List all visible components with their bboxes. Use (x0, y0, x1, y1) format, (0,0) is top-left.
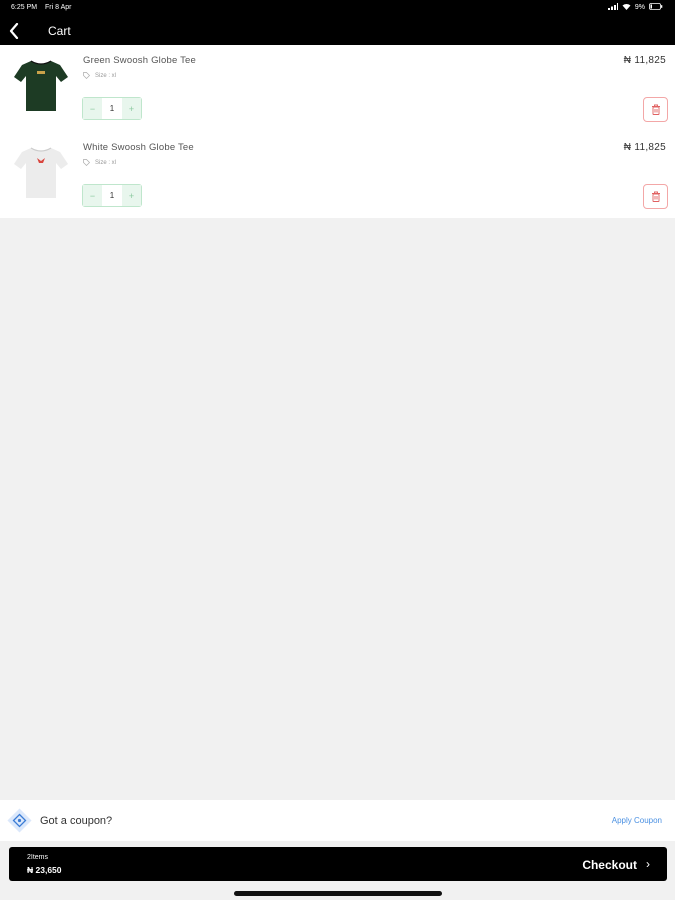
quantity-stepper: − 1 + (82, 97, 142, 120)
cart-item: Green Swoosh Globe Tee Size : xl ₦ 11,82… (0, 45, 675, 132)
product-size: Size : xl (83, 159, 116, 166)
increment-button[interactable]: + (122, 98, 141, 119)
checkout-label: Checkout (582, 858, 637, 872)
checkout-button[interactable]: 2Items ₦ 23,650 Checkout › (9, 847, 667, 881)
apply-coupon-link[interactable]: Apply Coupon (612, 816, 662, 825)
battery-icon (649, 3, 663, 12)
delete-item-button[interactable] (643, 184, 668, 209)
items-count: 2Items (27, 854, 49, 861)
status-date: Fri 8 Apr (45, 4, 72, 11)
page-title: Cart (48, 24, 71, 38)
status-time: 6:25 PM (11, 4, 38, 11)
increment-button[interactable]: + (122, 185, 141, 206)
nav-bar: Cart (0, 16, 675, 45)
cart-list: Green Swoosh Globe Tee Size : xl ₦ 11,82… (0, 45, 675, 218)
status-bar: 6:25 PM Fri 8 Apr 9% (0, 0, 675, 16)
product-price: ₦ 11,825 (623, 142, 666, 153)
back-button[interactable] (4, 20, 24, 42)
chevron-right-icon: › (646, 857, 650, 871)
product-price: ₦ 11,825 (623, 55, 666, 66)
product-image[interactable] (10, 55, 72, 117)
product-name[interactable]: White Swoosh Globe Tee (83, 142, 194, 153)
coupon-icon (6, 807, 33, 834)
order-total: ₦ 23,650 (27, 865, 62, 875)
coupon-bar: Got a coupon? Apply Coupon (0, 800, 675, 841)
chevron-left-icon (9, 23, 19, 39)
trash-icon (651, 104, 660, 115)
product-name[interactable]: Green Swoosh Globe Tee (83, 55, 196, 66)
tag-icon (83, 72, 90, 79)
decrement-button[interactable]: − (83, 98, 102, 119)
quantity-value: 1 (109, 191, 115, 200)
wifi-icon (622, 3, 631, 12)
home-indicator[interactable] (234, 891, 442, 896)
product-size: Size : xl (83, 72, 116, 79)
cart-item: White Swoosh Globe Tee Size : xl ₦ 11,82… (0, 132, 675, 218)
decrement-button[interactable]: − (83, 185, 102, 206)
size-label: Size : xl (95, 72, 117, 79)
size-label: Size : xl (95, 159, 117, 166)
delete-item-button[interactable] (643, 97, 668, 122)
product-image[interactable] (10, 142, 72, 204)
quantity-stepper: − 1 + (82, 184, 142, 207)
tag-icon (83, 159, 90, 166)
quantity-value: 1 (109, 104, 115, 113)
coupon-prompt: Got a coupon? (40, 815, 113, 827)
battery-percent: 9% (634, 4, 645, 11)
cellular-signal-icon (607, 3, 618, 12)
trash-icon (651, 191, 660, 202)
